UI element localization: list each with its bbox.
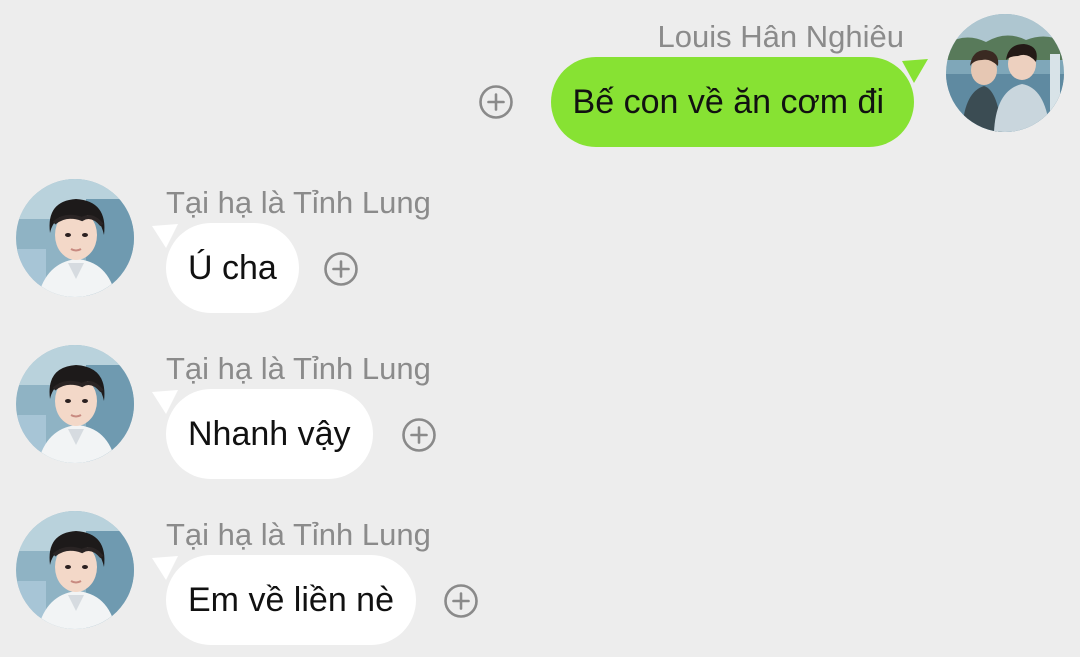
message-bubble[interactable]: Bế con về ăn cơm đi (550, 57, 914, 147)
sender-name: Tại hạ là Tỉnh Lung (166, 517, 431, 552)
message-text: Nhanh vậy (188, 415, 351, 453)
message-bubble[interactable]: Em về liền nè (166, 555, 416, 645)
message-text: Bế con về ăn cơm đi (572, 83, 884, 121)
contact-photo-avatar (16, 511, 134, 629)
sender-name: Louis Hân Nghiêu (657, 19, 904, 54)
sender-name: Tại hạ là Tỉnh Lung (166, 185, 431, 220)
message-bubble[interactable]: Nhanh vậy (166, 389, 373, 479)
plus-circle-icon[interactable] (323, 251, 359, 287)
contact-avatar[interactable] (16, 511, 134, 629)
user-photo-avatar (946, 14, 1064, 132)
message-text: Ú cha (188, 249, 277, 287)
plus-circle-icon[interactable] (443, 583, 479, 619)
sender-name: Tại hạ là Tỉnh Lung (166, 351, 431, 386)
plus-circle-icon[interactable] (478, 84, 514, 120)
user-avatar[interactable] (946, 14, 1064, 132)
message-text: Em về liền nè (188, 581, 394, 619)
contact-avatar[interactable] (16, 179, 134, 297)
contact-photo-avatar (16, 179, 134, 297)
plus-circle-icon[interactable] (401, 417, 437, 453)
chat-thread: Louis Hân Nghiêu Bế con về ăn cơm đi Tại… (0, 0, 1080, 657)
contact-photo-avatar (16, 345, 134, 463)
contact-avatar[interactable] (16, 345, 134, 463)
message-bubble[interactable]: Ú cha (166, 223, 299, 313)
